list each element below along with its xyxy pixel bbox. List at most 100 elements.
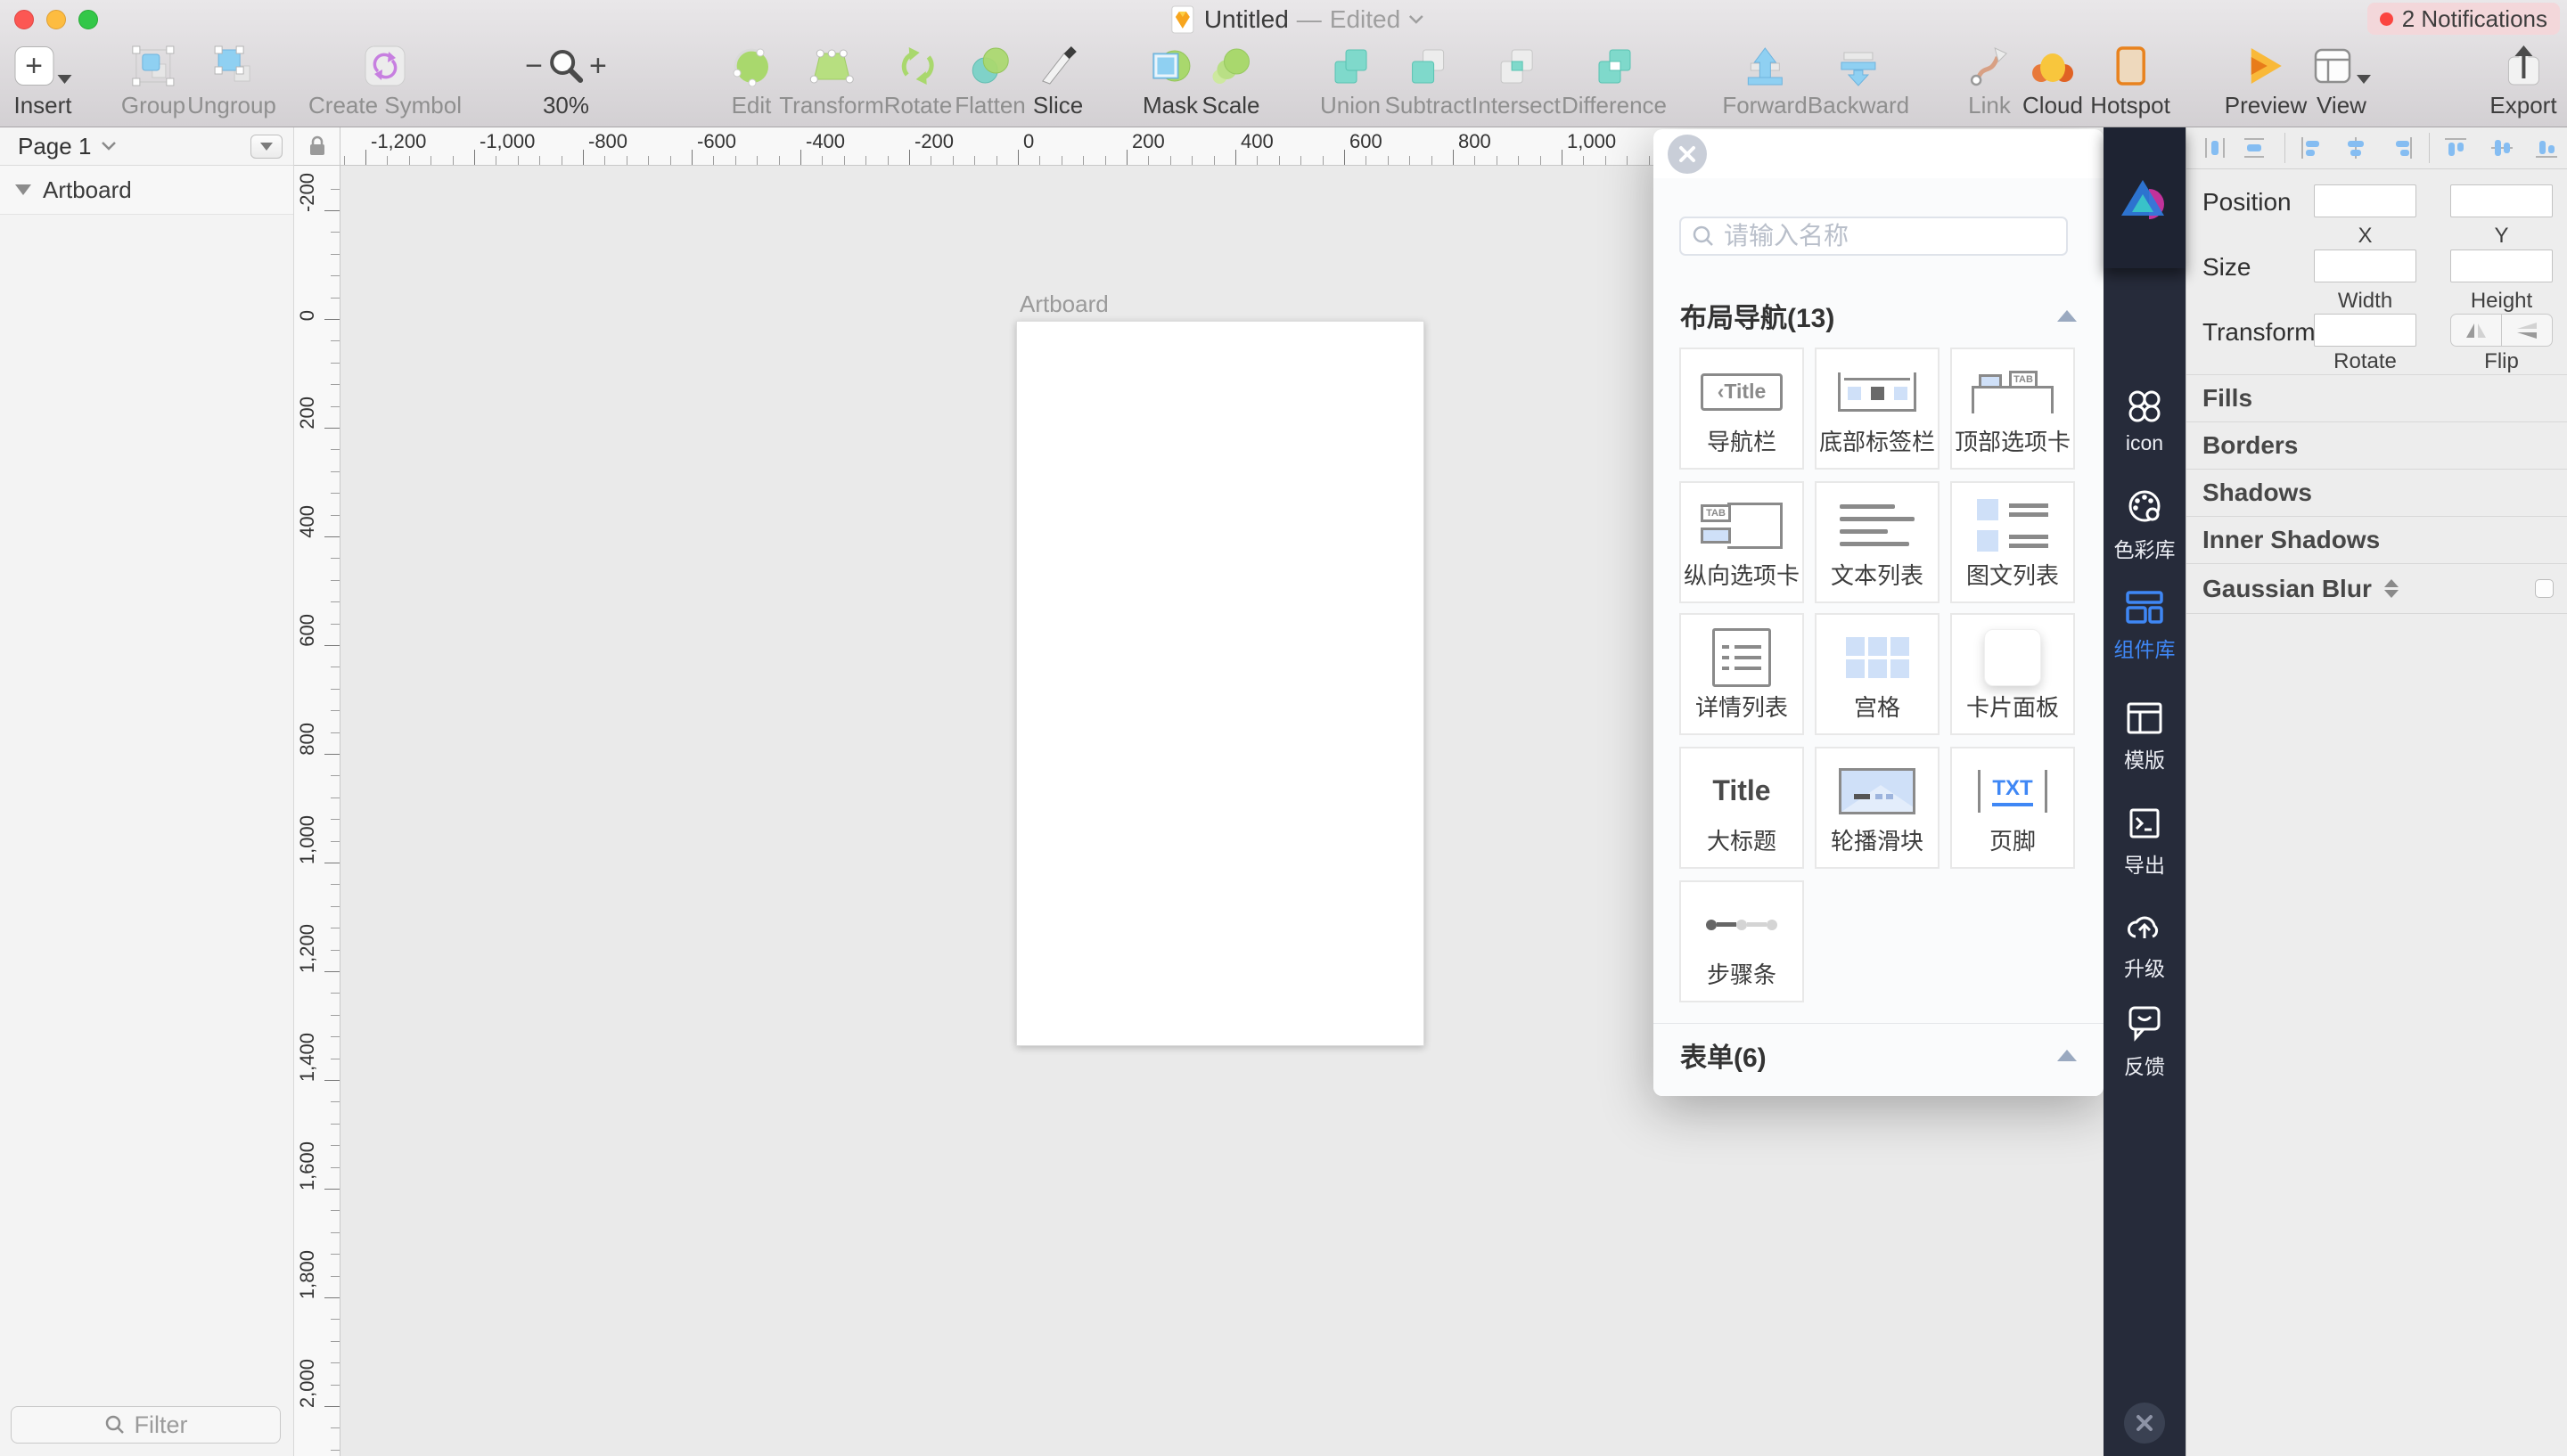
- subtract-button[interactable]: Subtract: [1385, 45, 1472, 119]
- component-card-card-panel[interactable]: 卡片面板: [1950, 613, 2075, 735]
- plugin-tab-feedback[interactable]: 反馈: [2104, 1004, 2186, 1080]
- fills-section-header[interactable]: Fills: [2186, 374, 2567, 421]
- component-card-tabbar-bottom[interactable]: 底部标签栏: [1815, 348, 1940, 470]
- ruler-tick: [1170, 156, 1171, 165]
- plugin-tab-upgrade[interactable]: 升级: [2104, 908, 2186, 982]
- distribute-vertically-icon[interactable]: [2242, 135, 2267, 160]
- component-search-box[interactable]: [1679, 217, 2068, 256]
- backward-button[interactable]: Backward: [1808, 45, 1909, 119]
- forward-button[interactable]: Forward: [1722, 45, 1807, 119]
- plugin-tab-component-library[interactable]: 组件库: [2104, 589, 2186, 663]
- terminal-icon: [2123, 806, 2166, 842]
- detail-list-icon: [1712, 628, 1771, 687]
- flip-caption: Flip: [2450, 349, 2553, 374]
- section-header-layout-nav[interactable]: 布局导航(13): [1653, 292, 2104, 339]
- zoom-out-icon[interactable]: −: [525, 49, 543, 84]
- align-right-icon[interactable]: [2390, 135, 2415, 160]
- flip-vertical-button[interactable]: [2502, 315, 2552, 346]
- intersect-button[interactable]: Intersect: [1472, 45, 1561, 119]
- ruler-number: -200: [914, 130, 954, 153]
- flip-horizontal-button[interactable]: [2451, 315, 2502, 346]
- mask-button[interactable]: Mask: [1143, 45, 1198, 119]
- export-button[interactable]: Export: [2489, 45, 2556, 119]
- gaussian-blur-checkbox[interactable]: [2535, 579, 2554, 598]
- plugin-tab-template[interactable]: 模版: [2104, 699, 2186, 773]
- link-button[interactable]: Link: [1968, 45, 2011, 119]
- ruler-tick: [1453, 150, 1454, 165]
- plugin-close-button[interactable]: [2124, 1403, 2165, 1444]
- component-search-input[interactable]: [1724, 222, 2055, 250]
- distribute-horizontally-icon[interactable]: [2202, 135, 2227, 160]
- align-left-icon[interactable]: [2299, 135, 2324, 160]
- component-card-detail-list[interactable]: 详情列表: [1679, 613, 1804, 735]
- notifications-badge[interactable]: 2 Notifications: [2367, 3, 2560, 35]
- artboard-label[interactable]: Artboard: [1020, 290, 1109, 318]
- hotspot-button[interactable]: Hotspot: [2090, 45, 2170, 119]
- component-card-big-title[interactable]: Title 大标题: [1679, 747, 1804, 869]
- preview-button[interactable]: Preview: [2225, 45, 2307, 119]
- layer-item-artboard[interactable]: Artboard: [0, 166, 293, 215]
- size-height-input[interactable]: [2450, 249, 2553, 282]
- scale-button[interactable]: Scale: [1201, 45, 1259, 119]
- view-button[interactable]: View: [2312, 45, 2371, 119]
- inner-shadows-section-header[interactable]: Inner Shadows: [2186, 516, 2567, 563]
- component-card-tabs-vertical[interactable]: TAB 纵向选项卡: [1679, 481, 1804, 603]
- align-bottom-icon[interactable]: [2534, 135, 2559, 160]
- document-title[interactable]: Untitled — Edited: [1169, 5, 1424, 34]
- component-card-carousel[interactable]: 轮播滑块: [1815, 747, 1940, 869]
- transform-button[interactable]: Transform: [779, 45, 884, 119]
- position-x-input[interactable]: [2314, 184, 2416, 217]
- page-list-dropdown-button[interactable]: [250, 135, 283, 159]
- ungroup-button[interactable]: Ungroup: [187, 45, 276, 119]
- borders-section-header[interactable]: Borders: [2186, 421, 2567, 469]
- page-selector[interactable]: Page 1: [0, 127, 293, 166]
- zoom-window-button[interactable]: [78, 10, 98, 29]
- plugin-tab-export-code[interactable]: 导出: [2104, 806, 2186, 879]
- component-card-media-list[interactable]: 图文列表: [1950, 481, 2075, 603]
- component-card-text-list[interactable]: 文本列表: [1815, 481, 1940, 603]
- component-card-tabs-top[interactable]: TAB 顶部选项卡: [1950, 348, 2075, 470]
- size-width-input[interactable]: [2314, 249, 2416, 282]
- insert-button[interactable]: + Insert: [13, 45, 71, 119]
- shadows-section-header[interactable]: Shadows: [2186, 469, 2567, 516]
- ruler-tick: [331, 689, 340, 690]
- section-header-forms[interactable]: 表单(6): [1653, 1032, 2104, 1078]
- close-window-button[interactable]: [14, 10, 34, 29]
- flatten-button[interactable]: Flatten: [955, 45, 1026, 119]
- union-button[interactable]: Union: [1320, 45, 1381, 119]
- component-card-grid[interactable]: 宫格: [1815, 613, 1940, 735]
- filter-input[interactable]: Filter: [11, 1406, 281, 1444]
- blur-type-stepper[interactable]: [2384, 579, 2399, 598]
- template-icon: [2123, 699, 2166, 737]
- minimize-window-button[interactable]: [46, 10, 66, 29]
- slice-button[interactable]: Slice: [1033, 45, 1083, 119]
- rotate-button[interactable]: Rotate: [884, 45, 953, 119]
- group-button[interactable]: Group: [121, 45, 185, 119]
- panel-close-button[interactable]: [1668, 135, 1707, 174]
- position-y-input[interactable]: [2450, 184, 2553, 217]
- ruler-tick: [331, 884, 340, 885]
- plugin-tab-color-library[interactable]: 色彩库: [2104, 487, 2186, 563]
- align-top-icon[interactable]: [2443, 135, 2468, 160]
- align-middle-vertical-icon[interactable]: [2489, 135, 2514, 160]
- ruler-lock-corner[interactable]: [294, 127, 340, 166]
- disclosure-triangle-icon[interactable]: [15, 184, 31, 195]
- component-card-steps[interactable]: 步骤条: [1679, 880, 1804, 1002]
- plugin-tab-icon-library[interactable]: icon: [2104, 388, 2186, 455]
- create-symbol-button[interactable]: Create Symbol: [308, 45, 462, 119]
- rotate-input[interactable]: [2314, 314, 2416, 347]
- plus-icon: +: [14, 46, 53, 86]
- ruler-tick: [331, 1145, 340, 1146]
- zoom-control[interactable]: − + 30%: [525, 45, 607, 119]
- edit-button[interactable]: Edit: [730, 45, 773, 119]
- component-card-footer[interactable]: TXT 页脚: [1950, 747, 2075, 869]
- difference-button[interactable]: Difference: [1562, 45, 1667, 119]
- artboard[interactable]: [1016, 321, 1424, 1046]
- align-center-horizontal-icon[interactable]: [2343, 135, 2368, 160]
- layers-sidebar: Page 1 Artboard Filter: [0, 127, 294, 1456]
- zoom-in-icon[interactable]: +: [589, 49, 607, 84]
- gaussian-blur-section-header[interactable]: Gaussian Blur: [2186, 563, 2567, 614]
- component-card-navbar[interactable]: ‹Title 导航栏: [1679, 348, 1804, 470]
- cloud-button[interactable]: Cloud: [2022, 45, 2083, 119]
- rotate-caption: Rotate: [2314, 349, 2416, 374]
